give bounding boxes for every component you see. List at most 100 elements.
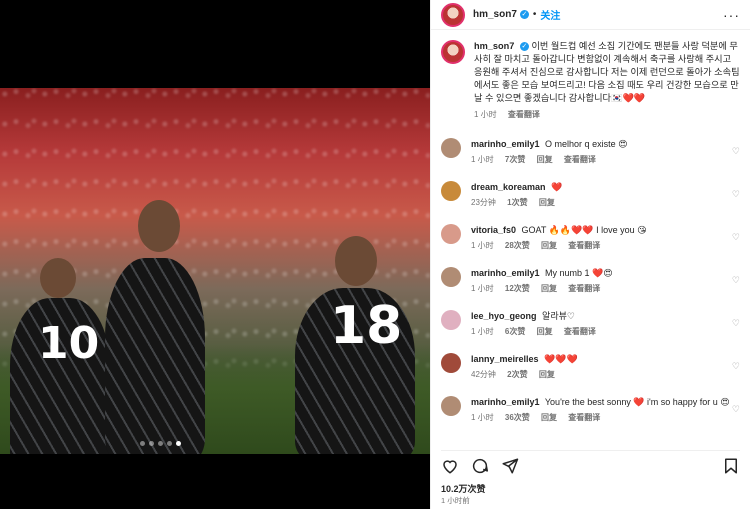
comment-time: 23分钟: [471, 198, 496, 207]
comment-text-line: marinho_emily1 My numb 1 ❤️😍: [471, 267, 731, 279]
comment-meta: 1 小时 6次赞 回复 查看翻译: [471, 326, 731, 337]
translate-link[interactable]: 查看翻译: [564, 155, 596, 164]
reply-link[interactable]: 回复: [541, 241, 557, 250]
comment-item: marinho_emily1 My numb 1 ❤️😍 1 小时 12次赞 回…: [441, 263, 740, 306]
comment-likes[interactable]: 1次赞: [507, 198, 527, 207]
comment-item: vitoria_fs0 GOAT 🔥🔥❤️❤️ I love you 😘 1 小…: [441, 220, 740, 263]
comment-likes[interactable]: 2次赞: [507, 370, 527, 379]
comment-body: My numb 1 ❤️😍: [545, 268, 613, 278]
commenter-username[interactable]: lee_hyo_geong: [471, 311, 537, 321]
reply-link[interactable]: 回复: [541, 284, 557, 293]
carousel-dot-active[interactable]: [176, 441, 181, 446]
comment-likes[interactable]: 7次赞: [505, 155, 525, 164]
author-username[interactable]: hm_son7: [473, 9, 517, 20]
jersey-number-right: 18: [330, 296, 403, 356]
save-icon[interactable]: [722, 457, 740, 475]
reply-link[interactable]: 回复: [537, 327, 553, 336]
translate-link[interactable]: 查看翻译: [568, 241, 600, 250]
heart-icon[interactable]: [441, 457, 459, 475]
comment-heart-icon[interactable]: ♡: [732, 275, 740, 286]
commenter-avatar[interactable]: [441, 353, 461, 373]
comment-meta: 1 小时 28次赞 回复 查看翻译: [471, 240, 731, 251]
comment-heart-icon[interactable]: ♡: [732, 146, 740, 157]
comment-text-line: lanny_meirelles ❤️❤️❤️: [471, 353, 731, 365]
translate-link[interactable]: 查看翻译: [568, 413, 600, 422]
commenter-avatar[interactable]: [441, 310, 461, 330]
commenter-avatar[interactable]: [441, 224, 461, 244]
like-count[interactable]: 10.2万次赞: [441, 482, 486, 495]
caption-text: hm_son7 ✓ 이번 월드컵 예선 소집 기간에도 팬분들 사랑 덕분에 무…: [474, 40, 740, 105]
player-main: [105, 200, 205, 454]
comment-item: lee_hyo_geong 알라뷰♡ 1 小时 6次赞 回复 查看翻译 ♡: [441, 306, 740, 349]
carousel-dot[interactable]: [140, 441, 145, 446]
translate-link[interactable]: 查看翻译: [508, 110, 540, 119]
comment-body: GOAT 🔥🔥❤️❤️ I love you 😘: [521, 225, 647, 235]
post-side-panel: hm_son7 ✓ • 关注 ··· hm_son7 ✓ 이번 월드컵 예선 소…: [430, 0, 750, 509]
commenter-username[interactable]: marinho_emily1: [471, 268, 540, 278]
translate-link[interactable]: 查看翻译: [564, 327, 596, 336]
commenter-avatar[interactable]: [441, 181, 461, 201]
comment-time: 42分钟: [471, 370, 496, 379]
comment-likes[interactable]: 6次赞: [505, 327, 525, 336]
comment-body: ❤️: [551, 182, 563, 192]
reply-link[interactable]: 回复: [541, 413, 557, 422]
player-head: [138, 200, 180, 252]
more-icon[interactable]: ···: [723, 7, 740, 23]
comment-heart-icon[interactable]: ♡: [732, 189, 740, 200]
comments-scroll-area[interactable]: hm_son7 ✓ 이번 월드컵 예선 소집 기간에도 팬분들 사랑 덕분에 무…: [431, 36, 750, 444]
comment-heart-icon[interactable]: ♡: [732, 232, 740, 243]
caption-username[interactable]: hm_son7: [474, 41, 514, 51]
carousel-dots[interactable]: [140, 441, 181, 446]
comment-list: marinho_emily1 O melhor q existe 😍 1 小时 …: [441, 134, 740, 435]
comment-time: 1 小时: [471, 241, 494, 250]
share-icon[interactable]: [501, 457, 519, 475]
commenter-avatar[interactable]: [441, 267, 461, 287]
post-header: hm_son7 ✓ • 关注 ···: [431, 0, 750, 30]
comment-item: lanny_meirelles ❤️❤️❤️ 42分钟 2次赞 回复 ♡: [441, 349, 740, 392]
comment-likes[interactable]: 12次赞: [505, 284, 530, 293]
comment-body: O melhor q existe 😍: [545, 139, 628, 149]
carousel-dot[interactable]: [167, 441, 172, 446]
comment-time: 1 小时: [471, 155, 494, 164]
commenter-avatar[interactable]: [441, 138, 461, 158]
reply-link[interactable]: 回复: [537, 155, 553, 164]
caption-emoji: 🇰🇷❤️❤️: [611, 93, 646, 103]
player-left: 10: [10, 258, 110, 454]
commenter-avatar[interactable]: [441, 396, 461, 416]
verified-icon: ✓: [519, 42, 529, 52]
comment-body: 알라뷰♡: [542, 311, 575, 321]
separator-dot: •: [532, 9, 537, 20]
commenter-username[interactable]: dream_koreaman: [471, 182, 546, 192]
reply-link[interactable]: 回复: [539, 370, 555, 379]
comment-heart-icon[interactable]: ♡: [732, 361, 740, 372]
comment-text-line: lee_hyo_geong 알라뷰♡: [471, 310, 731, 322]
comment-item: dream_koreaman ❤️ 23分钟 1次赞 回复 ♡: [441, 177, 740, 220]
comment-text-line: marinho_emily1 You're the best sonny ❤️ …: [471, 396, 731, 408]
comment-heart-icon[interactable]: ♡: [732, 404, 740, 415]
commenter-username[interactable]: lanny_meirelles: [471, 354, 539, 364]
comment-time: 1 小时: [471, 284, 494, 293]
jersey-pattern: [105, 258, 205, 454]
post-time: 1 小时前: [441, 496, 470, 505]
comment-likes[interactable]: 28次赞: [505, 241, 530, 250]
carousel-dot[interactable]: [158, 441, 163, 446]
player-right: 18: [295, 236, 415, 454]
commenter-username[interactable]: marinho_emily1: [471, 139, 540, 149]
comment-body: ❤️❤️❤️: [544, 354, 578, 364]
author-avatar[interactable]: [441, 40, 465, 64]
translate-link[interactable]: 查看翻译: [568, 284, 600, 293]
reply-link[interactable]: 回复: [539, 198, 555, 207]
commenter-username[interactable]: marinho_emily1: [471, 397, 540, 407]
commenter-username[interactable]: vitoria_fs0: [471, 225, 516, 235]
caption-body: 이번 월드컵 예선 소집 기간에도 팬분들 사랑 덕분에 무사히 잘 마치고 돌…: [474, 41, 740, 103]
comment-heart-icon[interactable]: ♡: [732, 318, 740, 329]
post-caption: hm_son7 ✓ 이번 월드컵 예선 소집 기간에도 팬분들 사랑 덕분에 무…: [441, 36, 740, 120]
carousel-dot[interactable]: [149, 441, 154, 446]
author-avatar[interactable]: [441, 2, 465, 27]
comment-likes[interactable]: 36次赞: [505, 413, 530, 422]
comment-meta: 1 小时 36次赞 回复 查看翻译: [471, 412, 731, 423]
comment-text-line: dream_koreaman ❤️: [471, 181, 731, 193]
comment-icon[interactable]: [471, 457, 489, 475]
follow-button[interactable]: 关注: [540, 7, 560, 22]
caption-time: 1 小时: [474, 110, 497, 119]
